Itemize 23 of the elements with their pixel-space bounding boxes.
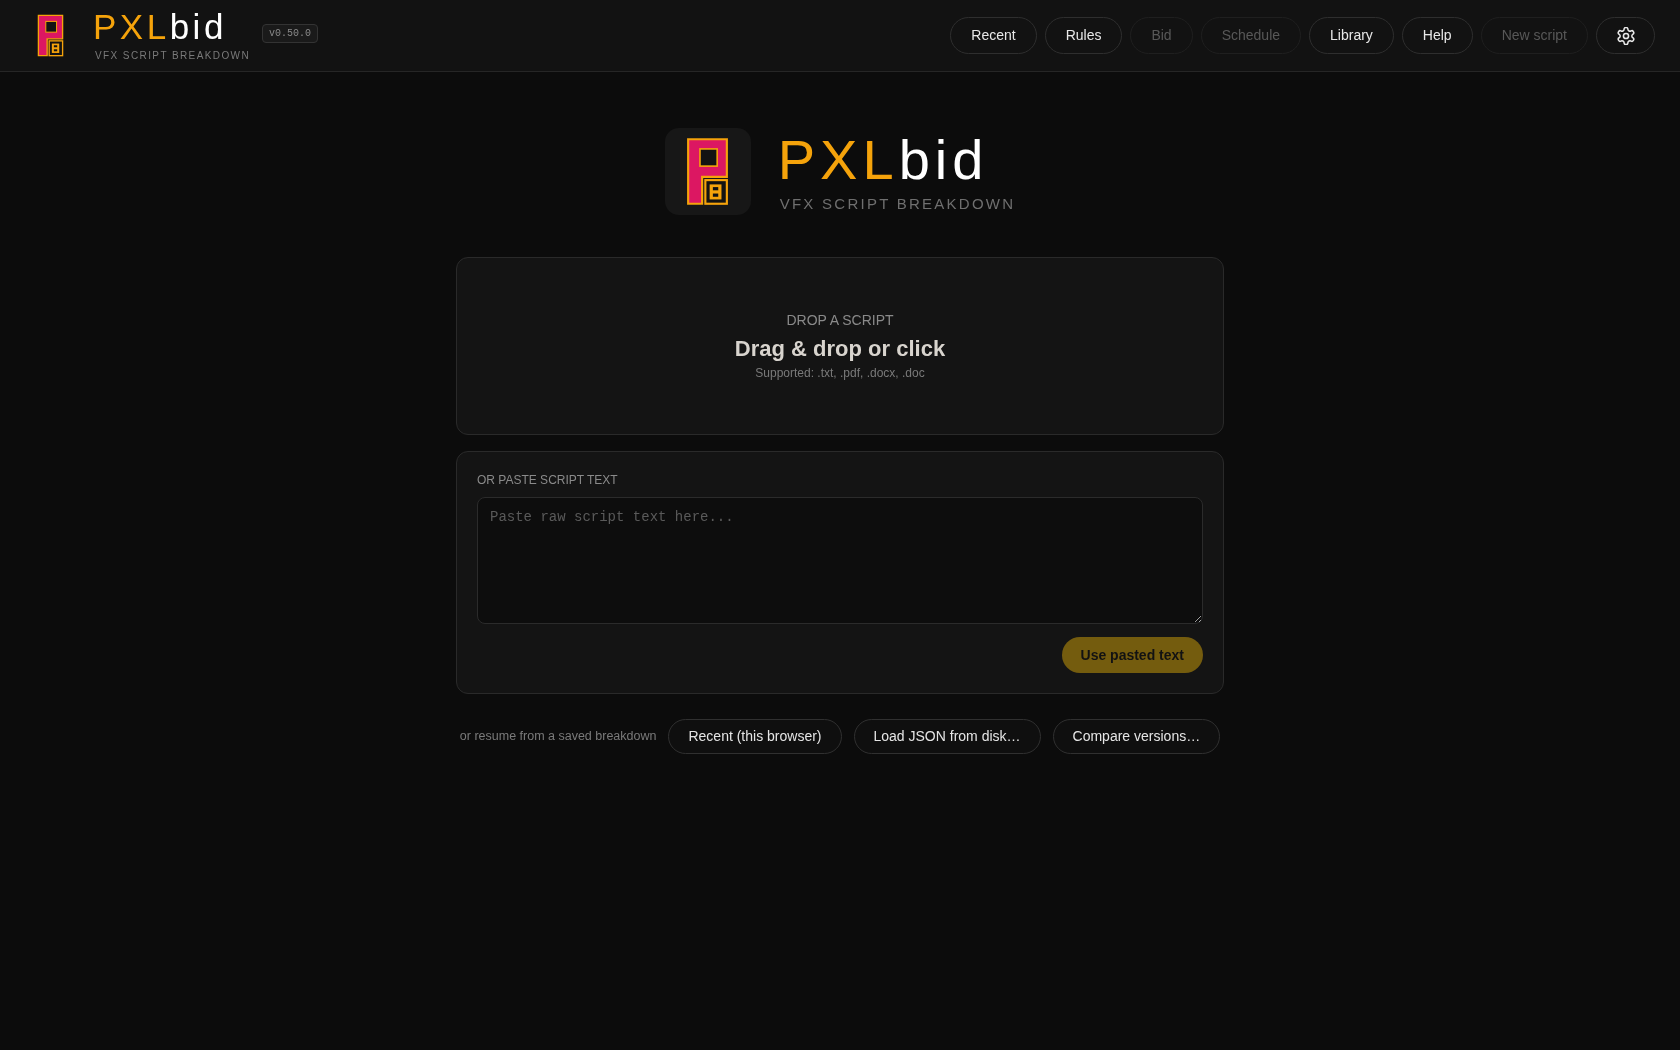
script-textarea[interactable]: Paste raw script text here... — [477, 497, 1203, 624]
resume-button[interactable]: Recent (this browser) — [668, 719, 842, 754]
brand-title: PXLbid — [93, 9, 228, 45]
logo-icon — [37, 14, 64, 57]
settings-icon — [1616, 26, 1635, 45]
nav-button[interactable]: Rules — [1044, 17, 1123, 54]
brand-tagline: VFX SCRIPT BREAKDOWN — [95, 50, 251, 62]
brand-tagline: VFX SCRIPT BREAKDOWN — [779, 194, 1016, 213]
nav-button[interactable]: Help — [1401, 17, 1473, 54]
settings-button[interactable] — [1596, 17, 1655, 54]
drop-title: Drag & drop or click — [734, 335, 946, 363]
brand-title: PXLbid — [777, 130, 990, 189]
resume-button[interactable]: Load JSON from disk… — [853, 719, 1041, 754]
drop-zone[interactable]: DROP A SCRIPT Drag & drop or click Supported: .txt, .pdf, .docx, .doc — [456, 257, 1224, 435]
paste-label: OR PASTE SCRIPT TEXT — [477, 472, 619, 488]
nav-button[interactable]: Recent — [950, 17, 1037, 54]
nav-button[interactable]: Library — [1309, 17, 1394, 54]
logo-icon — [664, 128, 751, 215]
resume-button[interactable]: Compare versions… — [1052, 719, 1221, 754]
drop-hint: Supported: .txt, .pdf, .docx, .doc — [755, 365, 925, 381]
drop-eyebrow: DROP A SCRIPT — [786, 311, 894, 329]
resume-prompt: or resume from a saved breakdown — [459, 728, 657, 746]
version-badge: v0.50.0 — [262, 24, 319, 43]
